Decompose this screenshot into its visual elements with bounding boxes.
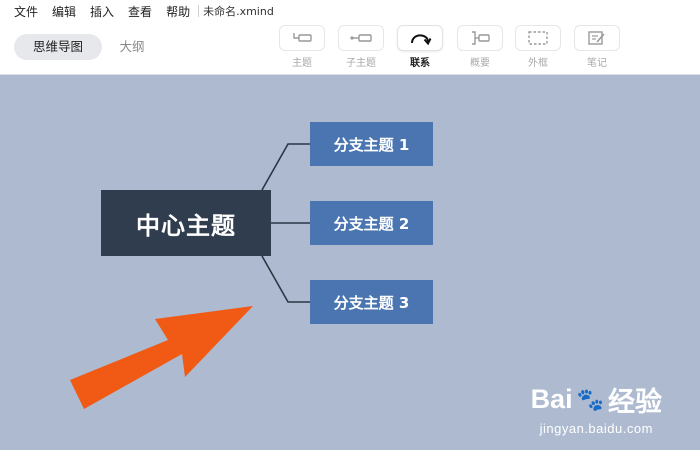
paw-icon: 🐾 [576, 386, 604, 412]
watermark-url: jingyan.baidu.com [539, 421, 653, 436]
tab-outline[interactable]: 大纲 [106, 34, 158, 60]
topic-label: 主题 [292, 58, 312, 69]
menu-help[interactable]: 帮助 [166, 3, 190, 20]
menu-view[interactable]: 查看 [128, 3, 152, 20]
subtopic-label: 子主题 [346, 58, 376, 69]
note-button[interactable]: 笔记 [574, 25, 620, 71]
note-label: 笔记 [587, 58, 607, 69]
boundary-label: 外框 [528, 58, 548, 69]
topic-button[interactable]: 主题 [279, 25, 325, 71]
summary-button[interactable]: 概要 [457, 25, 503, 71]
tab-mindmap[interactable]: 思维导图 [14, 34, 102, 60]
mindmap-canvas[interactable]: 中心主题 分支主题 1 分支主题 2 分支主题 3 Bai 🐾 经验 jingy… [0, 75, 700, 450]
menu-edit[interactable]: 编辑 [52, 3, 76, 20]
menu-bar: 文件 编辑 插入 查看 帮助 未命名.xmind [0, 0, 700, 22]
topic-icon [293, 33, 312, 42]
note-icon [588, 31, 605, 45]
boundary-icon [528, 31, 548, 45]
summary-icon [472, 31, 490, 45]
pointer-arrow-icon [70, 306, 253, 409]
menu-divider [198, 5, 200, 17]
watermark: Bai 🐾 经验 jingyan.baidu.com [531, 380, 662, 436]
relationship-label: 联系 [410, 58, 430, 69]
watermark-logo: Bai 🐾 经验 [531, 380, 662, 419]
menu-insert[interactable]: 插入 [90, 3, 114, 20]
summary-label: 概要 [470, 58, 490, 69]
subtopic-button[interactable]: 子主题 [338, 25, 384, 71]
relationship-icon [411, 34, 432, 45]
toolbar: 思维导图 大纲 主题 子主题 联系 概要 外框 笔记 [0, 22, 700, 75]
watermark-logo-right: 经验 [608, 387, 662, 417]
relationship-button[interactable]: 联系 [397, 25, 443, 71]
document-title: 未命名.xmind [203, 5, 274, 18]
boundary-button[interactable]: 外框 [515, 25, 561, 71]
menu-file[interactable]: 文件 [14, 3, 38, 20]
subtopic-icon [350, 34, 372, 42]
watermark-logo-left: Bai [530, 384, 573, 414]
